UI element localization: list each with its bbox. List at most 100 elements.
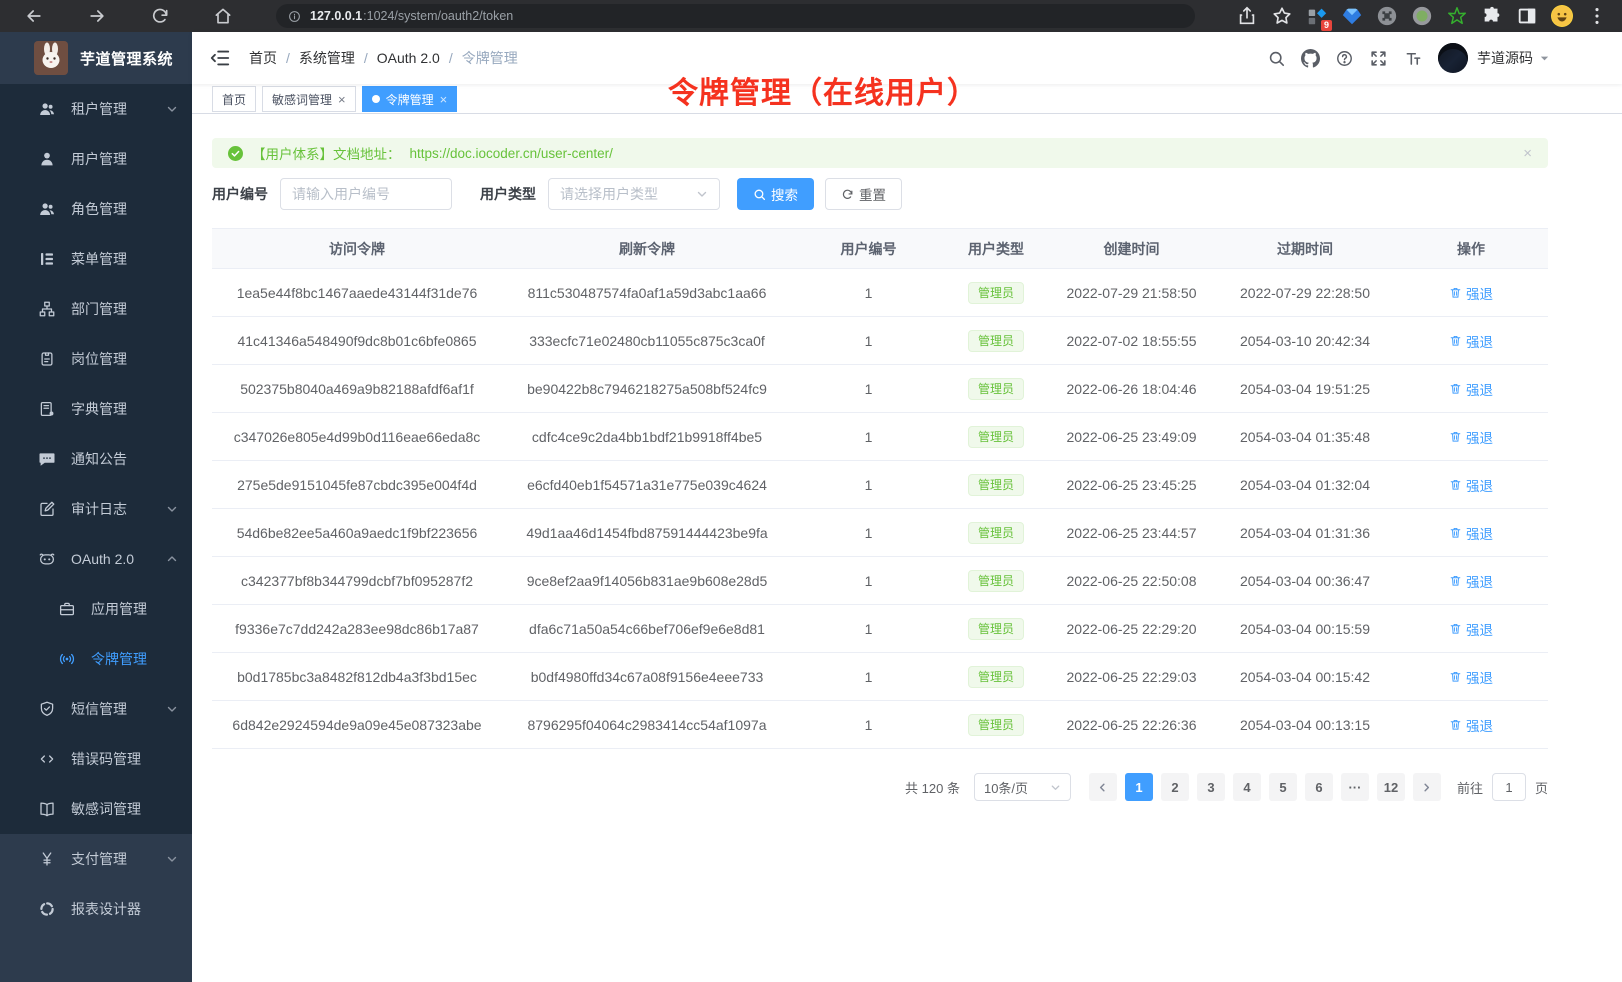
alert-close-icon[interactable]: ×	[1523, 145, 1532, 162]
share-icon[interactable]	[1236, 5, 1258, 27]
browser-forward-icon[interactable]	[87, 6, 107, 26]
gem-extension-icon[interactable]	[1341, 5, 1363, 27]
breadcrumb-item[interactable]: 首页	[249, 48, 277, 68]
user-id-cell: 1	[792, 413, 945, 461]
reset-button[interactable]: 重置	[825, 178, 902, 210]
breadcrumb-item[interactable]: OAuth 2.0	[377, 50, 440, 66]
tab-首页[interactable]: 首页	[212, 86, 256, 112]
sidebar-item-errcode[interactable]: 错误码管理	[0, 734, 192, 784]
force-logout-button[interactable]: 强退	[1449, 715, 1493, 735]
created-at-cell: 2022-06-26 18:04:46	[1047, 365, 1216, 413]
search-button[interactable]: 搜索	[737, 178, 814, 210]
sidebar-item-audit[interactable]: 审计日志	[0, 484, 192, 534]
sidebar-item-role[interactable]: 角色管理	[0, 184, 192, 234]
star-extension-icon[interactable]	[1446, 5, 1468, 27]
tab-令牌管理[interactable]: 令牌管理×	[362, 86, 458, 112]
user-name[interactable]: 芋道源码	[1477, 48, 1533, 68]
fullscreen-icon[interactable]	[1369, 49, 1388, 68]
tab-close-icon[interactable]: ×	[338, 93, 346, 106]
sidebar-item-sensitive[interactable]: 敏感词管理	[0, 784, 192, 834]
user-avatar[interactable]	[1438, 43, 1468, 73]
user-type-select[interactable]: 请选择用户类型	[548, 178, 720, 210]
user-id-input[interactable]	[280, 178, 452, 210]
sidebar-item-label: 用户管理	[71, 149, 178, 169]
bookmark-star-icon[interactable]	[1271, 5, 1293, 27]
page-size-select[interactable]: 10条/页	[974, 773, 1071, 801]
alert-doc-link[interactable]: https://doc.iocoder.cn/user-center/	[410, 146, 613, 161]
sidebar-item-sms[interactable]: 短信管理	[0, 684, 192, 734]
browser-menu-icon[interactable]	[1586, 5, 1608, 27]
created-at-cell: 2022-06-25 22:29:03	[1047, 653, 1216, 701]
app-logo-row[interactable]: 芋道管理系统	[0, 32, 192, 84]
access-token-cell: 54d6be82ee5a460a9aedc1f9bf223656	[212, 509, 502, 557]
profile-avatar[interactable]	[1551, 5, 1573, 27]
user-id-cell: 1	[792, 269, 945, 317]
page-button-3[interactable]: 3	[1197, 773, 1225, 801]
sidebar-item-dept[interactable]: 部门管理	[0, 284, 192, 334]
sidebar-item-tenant[interactable]: 租户管理	[0, 84, 192, 134]
puzzle-extensions-icon[interactable]	[1481, 5, 1503, 27]
tab-close-icon[interactable]: ×	[440, 93, 448, 106]
sidebar-item-oauth[interactable]: OAuth 2.0	[0, 534, 192, 584]
command-extension-icon[interactable]	[1376, 5, 1398, 27]
browser-back-icon[interactable]	[24, 6, 44, 26]
record-extension-icon[interactable]	[1411, 5, 1433, 27]
sidebar-item-app[interactable]: 应用管理	[0, 584, 192, 634]
sidebar-item-notice[interactable]: 通知公告	[0, 434, 192, 484]
trash-icon	[1449, 382, 1462, 395]
next-page-button[interactable]	[1413, 773, 1441, 801]
side-panel-icon[interactable]	[1516, 5, 1538, 27]
force-logout-button[interactable]: 强退	[1449, 379, 1493, 399]
page-button-6[interactable]: 6	[1305, 773, 1333, 801]
access-token-cell: c347026e805e4d99b0d116eae66eda8c	[212, 413, 502, 461]
prev-page-button[interactable]	[1089, 773, 1117, 801]
breadcrumb-item[interactable]: 系统管理	[299, 48, 355, 68]
page-button-2[interactable]: 2	[1161, 773, 1189, 801]
sidebar-item-menu[interactable]: 菜单管理	[0, 234, 192, 284]
force-logout-button[interactable]: 强退	[1449, 283, 1493, 303]
tab-敏感词管理[interactable]: 敏感词管理×	[262, 86, 356, 112]
header-search-icon[interactable]	[1267, 49, 1286, 68]
user-type-badge: 管理员	[968, 714, 1024, 736]
sidebar-item-post[interactable]: 岗位管理	[0, 334, 192, 384]
force-logout-button[interactable]: 强退	[1449, 523, 1493, 543]
search-icon	[753, 188, 766, 201]
refresh-token-cell: 8796295f04064c2983414cc54af1097a	[502, 701, 792, 749]
book-icon	[38, 800, 56, 818]
breadcrumb-item: 令牌管理	[462, 48, 518, 68]
sidebar-item-report[interactable]: 报表设计器	[0, 884, 192, 934]
force-logout-button[interactable]: 强退	[1449, 427, 1493, 447]
oauth-icon	[38, 550, 56, 568]
force-logout-button[interactable]: 强退	[1449, 667, 1493, 687]
sidebar-fold-icon[interactable]	[209, 47, 231, 69]
sidebar-item-label: 菜单管理	[71, 249, 178, 269]
force-logout-button[interactable]: 强退	[1449, 475, 1493, 495]
page-size-value: 10条/页	[984, 778, 1028, 797]
page-button-1[interactable]: 1	[1125, 773, 1153, 801]
sidebar-item-pay[interactable]: 支付管理	[0, 834, 192, 884]
message-icon	[38, 450, 56, 468]
address-bar[interactable]: 127.0.0.1 :1024/system/oauth2/token	[276, 4, 1195, 28]
user-menu-caret-icon[interactable]	[1539, 53, 1550, 64]
github-icon[interactable]	[1301, 49, 1320, 68]
browser-reload-icon[interactable]	[150, 6, 170, 26]
help-icon[interactable]	[1335, 49, 1354, 68]
chevron-down-icon	[696, 188, 708, 200]
access-token-cell: b0d1785bc3a8482f812db4a3f3bd15ec	[212, 653, 502, 701]
more-pages-button[interactable]: ···	[1341, 773, 1369, 801]
page-button-5[interactable]: 5	[1269, 773, 1297, 801]
sidebar-item-dict[interactable]: 字典管理	[0, 384, 192, 434]
sidebar-item-token[interactable]: 令牌管理	[0, 634, 192, 684]
goto-page-input[interactable]	[1492, 773, 1526, 801]
workspace-extension-icon[interactable]: 9	[1306, 5, 1328, 27]
font-size-icon[interactable]	[1403, 49, 1422, 68]
site-info-icon[interactable]	[288, 10, 301, 23]
page-button-12[interactable]: 12	[1377, 773, 1405, 801]
sidebar-item-user[interactable]: 用户管理	[0, 134, 192, 184]
force-logout-button[interactable]: 强退	[1449, 331, 1493, 351]
page-button-4[interactable]: 4	[1233, 773, 1261, 801]
force-logout-button[interactable]: 强退	[1449, 619, 1493, 639]
browser-home-icon[interactable]	[213, 6, 233, 26]
force-logout-button[interactable]: 强退	[1449, 571, 1493, 591]
sidebar-item-label: 审计日志	[71, 499, 151, 519]
